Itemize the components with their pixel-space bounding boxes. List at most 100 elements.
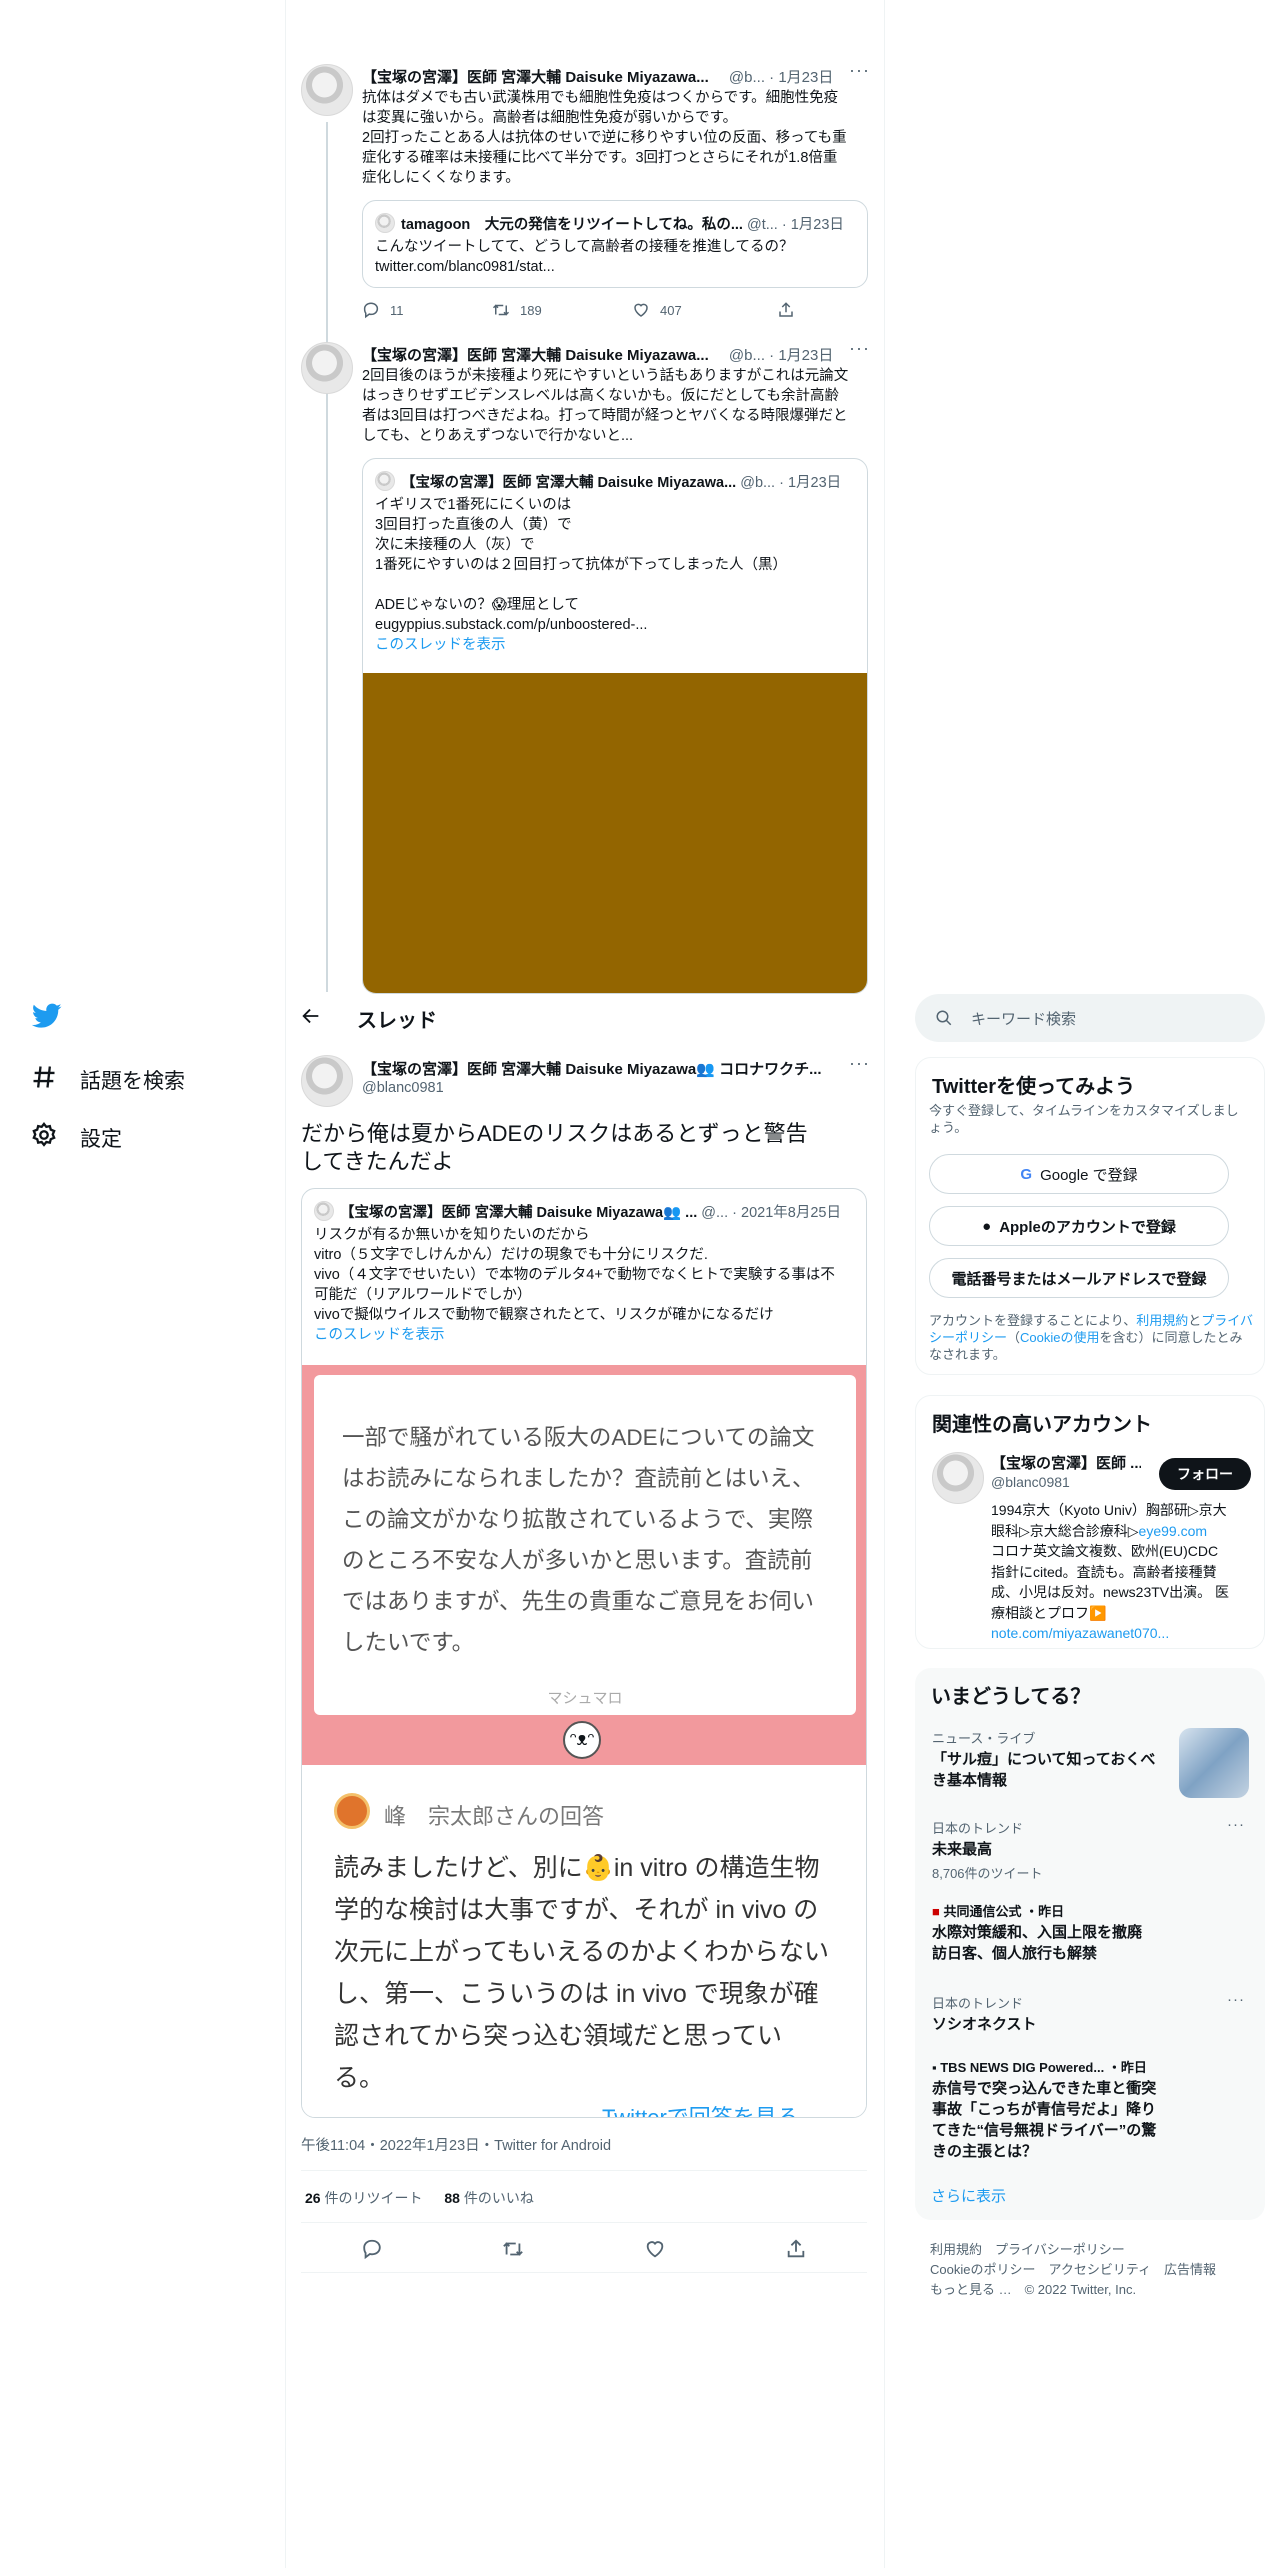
trend-item[interactable]: 日本のトレンド ソシオネクスト (932, 1993, 1242, 2035)
tweet-text: 2回目後のほうが未接種より死にやすいという話もありますがこれは元論文 はっきりせ… (362, 366, 872, 446)
retweet-button[interactable] (502, 2238, 524, 2265)
tweet-line: 症化する確率は未接種に比べて半分です。3回打つとさらにそれが1.8倍重 (362, 150, 838, 166)
heart-icon (646, 2241, 664, 2258)
show-more-link[interactable]: さらに表示 (931, 2185, 1006, 2206)
footer-line[interactable]: 利用規約 プライバシーポリシー (930, 2240, 1216, 2260)
avatar[interactable] (301, 342, 353, 394)
more-icon[interactable]: ··· (849, 338, 870, 359)
avatar[interactable] (301, 1055, 353, 1107)
quoted-header: tamagoon 大元の発信をリツイートしてね。私の... @t... · 1月… (401, 217, 844, 233)
retweet-button[interactable]: 189 (492, 301, 632, 319)
trend-item[interactable]: 日本のトレンド 未来最高 8,706件のツイート (932, 1818, 1242, 1882)
follow-button[interactable]: フォロー (1159, 1458, 1251, 1490)
retweet-stat[interactable]: 26 件のリツイート (305, 2190, 422, 2206)
tweet-header: 【宝塚の宮澤】医師 宮澤大輔 Daisuke Miyazawa... @b...… (362, 347, 834, 364)
bio-link[interactable]: note.com/miyazawanet070... (991, 1625, 1169, 1641)
answer-by-label: 峰 宗太郎さんの回答 (384, 1804, 605, 1829)
marshmallow-question: 一部で騒がれている阪大のADEについての論文 はお読みになられましたか？査読前と… (342, 1417, 842, 1663)
quoted-text: こんなツイートしてて、どうして高齢者の接種を推進してるの？ twitter.co… (375, 237, 855, 277)
quoted-media-image[interactable] (363, 673, 867, 993)
retweet-count: 189 (520, 302, 542, 318)
related-handle: @blanc0981 (991, 1474, 1070, 1490)
twitter-logo-icon[interactable] (31, 1003, 62, 1034)
bio-link[interactable]: eye99.com (1139, 1523, 1207, 1539)
trend-title: ソシオネクスト (932, 2016, 1037, 2033)
question-line: ではありますが、先生の貴重なご意見をお伺い (342, 1589, 815, 1614)
marshmallow-question-card: 一部で騒がれている阪大のADEについての論文 はお読みになられましたか？査読前と… (314, 1375, 856, 1715)
search-box[interactable]: キーワード検索 (915, 994, 1265, 1042)
trend-source: ▪ TBS NEWS DIG Powered... ・昨日 (932, 2057, 1242, 2076)
phone-signup-button[interactable]: 電話番号またはメールアドレスで登録 (929, 1258, 1229, 1298)
answer-line: 次元に上がってもいえるのかよくわからない (334, 1938, 830, 1966)
share-button[interactable] (785, 2238, 807, 2265)
terms-link[interactable]: 利用規約 (1136, 1313, 1188, 1328)
more-icon[interactable]: ··· (849, 1053, 870, 1074)
more-icon[interactable]: ··· (1227, 1991, 1245, 2008)
quoted-tweet[interactable]: 【宝塚の宮澤】医師 宮澤大輔 Daisuke Miyazawa... @b...… (362, 458, 868, 994)
quoted-tweet[interactable]: 【宝塚の宮澤】医師 宮澤大輔 Daisuke Miyazawa👥 ... @..… (301, 1188, 867, 2118)
google-icon: G (1020, 1165, 1033, 1183)
like-stat[interactable]: 88 件のいいね (444, 2190, 533, 2206)
tweet-date[interactable]: 1月23日 (778, 347, 833, 364)
author-name[interactable]: 【宝塚の宮澤】医師 宮澤大輔 Daisuke Miyazawa... (362, 69, 709, 86)
quoted-media-image[interactable]: 一部で騒がれている阪大のADEについての論文 はお読みになられましたか？査読前と… (302, 1365, 866, 2117)
apple-signup-button[interactable]: ● Appleのアカウントで登録 (929, 1206, 1229, 1246)
quoted-text: リスクが有るか無いかを知りたいのだから vitro（５文字でしけんかん）だけの現… (314, 1225, 859, 1345)
thread-connector (326, 122, 328, 992)
related-title: 関連性の高いアカウント (932, 1414, 1152, 1436)
google-signup-button[interactable]: G Google で登録 (929, 1154, 1229, 1194)
bio-line: 指針にcited。査読も。高齢者接種賛 (991, 1563, 1217, 1580)
trend-item[interactable]: ■ 共同通信公式 ・昨日 水際対策緩和、入国上限を撤廃 訪日客、個人旅行も解禁 (932, 1901, 1242, 1964)
trend-thumbnail[interactable] (1179, 1728, 1249, 1798)
trend-item[interactable]: ▪ TBS NEWS DIG Powered... ・昨日 赤信号で突っ込んでき… (932, 2057, 1242, 2162)
reply-button[interactable] (361, 2238, 383, 2265)
tweet-line: 者は3回目は打つべきだよね。打って時間が経つとヤバくなる時限爆弾だと (362, 408, 848, 424)
quoted-header: 【宝塚の宮澤】医師 宮澤大輔 Daisuke Miyazawa👥 ... @..… (340, 1205, 841, 1221)
signup-panel: Twitterを使ってみよう 今すぐ登録して、タイムラインをカスタマイズしまし … (915, 1057, 1265, 1375)
author-handle: @b... (728, 69, 765, 86)
share-button[interactable] (777, 301, 795, 319)
share-icon (788, 2239, 805, 2258)
legal-text: と (1188, 1313, 1202, 1328)
avatar[interactable] (301, 64, 353, 116)
footer-line[interactable]: もっと見る … © 2022 Twitter, Inc. (930, 2280, 1216, 2300)
tweet-line: 2回打ったことある人は抗体のせいで逆に移りやすい位の反面、移っても重 (362, 130, 847, 146)
show-thread-link[interactable]: このスレッドを表示 (375, 635, 855, 655)
more-icon[interactable]: ··· (849, 60, 870, 81)
author-name[interactable]: 【宝塚の宮澤】医師 宮澤大輔 Daisuke Miyazawa👥 コロナワクチ.… (362, 1061, 822, 1078)
back-arrow-icon[interactable] (300, 1005, 322, 1033)
tbs-logo-icon: ▪ (932, 2060, 941, 2075)
tweet-line: しても、とりあえずつないで行かないと... (362, 428, 634, 444)
reply-count: 11 (390, 302, 404, 318)
tweet-line: 症化しにくくなります。 (362, 170, 520, 186)
related-name[interactable]: 【宝塚の宮澤】医師 ... (991, 1452, 1141, 1473)
nav-explore[interactable]: 話題を検索 (30, 1063, 185, 1097)
answer-line: る。 (334, 2064, 385, 2092)
quoted-tweet[interactable]: tamagoon 大元の発信をリツイートしてね。私の... @t... · 1月… (362, 200, 868, 288)
bio-line: 1994京大（Kyoto Univ）胸部研▷京大 (991, 1502, 1227, 1518)
footer-links: 利用規約 プライバシーポリシー Cookieのポリシー アクセシビリティ 広告情… (930, 2240, 1216, 2300)
more-icon[interactable]: ··· (1227, 1816, 1245, 1833)
quoted-handle: @... (701, 1205, 729, 1221)
like-button[interactable] (644, 2238, 666, 2265)
quoted-handle: @t... (746, 217, 778, 233)
quoted-line: イギリスで1番死ににくいのは (375, 497, 572, 513)
retweet-icon (503, 2242, 524, 2256)
main-author-name[interactable]: 【宝塚の宮澤】医師 宮澤大輔 Daisuke Miyazawa👥 コロナワクチ.… (362, 1058, 832, 1079)
signup-legal: アカウントを登録することにより、利用規約とプライバシーポリシー（Cookieの使… (929, 1312, 1254, 1363)
reply-button[interactable]: 11 (362, 301, 492, 319)
share-icon (779, 302, 793, 317)
cookie-link[interactable]: Cookieの使用 (1020, 1330, 1099, 1345)
tweet-date[interactable]: 1月23日 (778, 69, 833, 86)
tweet-timestamp[interactable]: 午後11:04・2022年1月23日・Twitter for Android (301, 2134, 611, 2155)
like-button[interactable]: 407 (632, 301, 777, 319)
footer-line[interactable]: Cookieのポリシー アクセシビリティ 広告情報 (930, 2260, 1216, 2280)
tweet-header: 【宝塚の宮澤】医師 宮澤大輔 Daisuke Miyazawa... @b...… (362, 69, 834, 86)
quoted-line: 次に未接種の人（灰）で (375, 537, 535, 553)
show-thread-link[interactable]: このスレッドを表示 (314, 1325, 859, 1345)
quoted-line: こんなツイートしてて、どうして高齢者の接種を推進してるの？ (375, 239, 794, 255)
author-name[interactable]: 【宝塚の宮澤】医師 宮澤大輔 Daisuke Miyazawa... (362, 347, 709, 364)
nav-settings[interactable]: 設定 (30, 1121, 122, 1155)
left-column-divider (285, 0, 286, 2568)
avatar[interactable] (932, 1452, 984, 1504)
